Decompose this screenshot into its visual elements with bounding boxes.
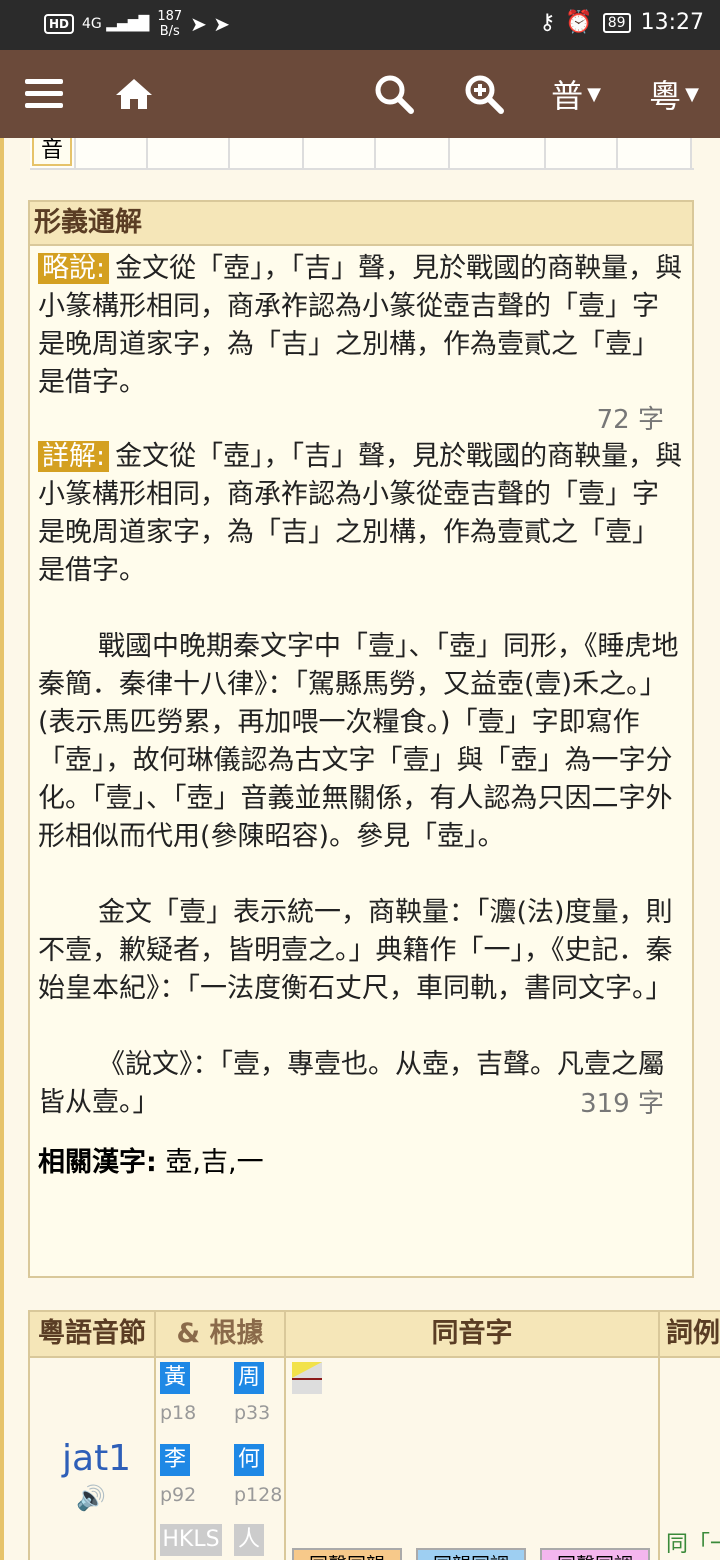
detail-tag: 詳解:: [38, 441, 110, 472]
app-toolbar: 普 ▼ 粵 ▼: [0, 50, 720, 138]
prev-char[interactable]: 音: [32, 138, 72, 166]
prev-cell: [618, 138, 692, 168]
tag-same-initial-tone[interactable]: 同聲同調: [540, 1548, 650, 1560]
related-label: 相關漢字:: [38, 1147, 157, 1178]
key-icon: ⚷: [539, 10, 556, 35]
pronunciation-table: 粵語音節 & 根據 同音字 詞例 jat1 🔊 黃 p18 周 p33 李 p9…: [28, 1310, 720, 1560]
home-icon: [116, 79, 152, 109]
col-source: & 根據: [156, 1312, 286, 1356]
col-examples: 詞例: [666, 1318, 720, 1349]
detail-paragraph-3: 金文「壹」表示統一，商鞅量：「灋(法)度量，則不壹，歉疑者，皆明壹之。」典籍作「…: [38, 897, 673, 1004]
status-right: ⚷ ⏰ 89 13:27: [539, 10, 704, 35]
brief-tag: 略說:: [38, 253, 110, 284]
menu-button[interactable]: [20, 50, 68, 138]
speed-value: 187: [157, 9, 183, 24]
detail-paragraph: 詳解: 金文從「壺」，「吉」聲，見於戰國的商鞅量，與小篆構形相同，商承祚認為小篆從…: [30, 438, 692, 590]
chevron-down-icon: ▼: [685, 83, 699, 105]
signal-icon: 4G ▂▄▆█: [82, 16, 150, 32]
search-icon: [375, 75, 414, 114]
alarm-icon: ⏰: [565, 10, 593, 35]
left-border: [0, 138, 4, 1560]
detail-paragraph-2: 戰國中晚期秦文字中「壹」、「壺」同形，《睡虎地秦簡．秦律十八律》：「駕縣馬勞，又…: [38, 631, 679, 852]
mandarin-label: 普: [551, 77, 584, 115]
source-ren[interactable]: 人: [234, 1524, 264, 1556]
battery-icon: 89: [602, 12, 631, 33]
zoom-in-icon: [465, 75, 504, 114]
brief-text: 金文從「壺」，「吉」聲，見於戰國的商鞅量，與小篆構形相同，商承祚認為小篆從壺吉聲…: [38, 253, 683, 398]
table-row: jat1 🔊 黃 p18 周 p33 李 p92 何 p128 HKLS 人 同…: [28, 1358, 720, 1560]
example-link[interactable]: 同「一: [666, 1526, 720, 1558]
prev-cell: [230, 138, 304, 168]
status-left: HD 4G ▂▄▆█ 187 B/s ➤ ➤: [44, 9, 230, 39]
examples-cell: 同「一: [660, 1358, 720, 1560]
source-he[interactable]: 何: [234, 1444, 264, 1476]
prev-cell: [450, 138, 546, 168]
source-huang[interactable]: 黃: [160, 1362, 190, 1394]
prev-cell: [76, 138, 148, 168]
source-page: p18: [160, 1402, 197, 1424]
status-bar: HD 4G ▂▄▆█ 187 B/s ➤ ➤ ⚷ ⏰ 89 13:27: [0, 0, 720, 50]
chevron-down-icon: ▼: [587, 83, 601, 105]
col-homophones: 同音字: [286, 1312, 660, 1356]
detail-text: 金文從「壺」，「吉」聲，見於戰國的商鞅量，與小篆構形相同，商承祚認為小篆從壺吉聲…: [38, 441, 683, 586]
source-page: p92: [160, 1484, 197, 1506]
flag-icon[interactable]: [292, 1362, 322, 1394]
brief-count: 72 字: [596, 405, 664, 435]
hd-icon: HD: [44, 14, 75, 34]
previous-table-row: 音: [30, 138, 694, 170]
prev-cell: [546, 138, 618, 168]
main-content: 音 形義通解 略說: 金文從「壺」，「吉」聲，見於戰國的商鞅量，與小篆構形相同，商…: [0, 138, 720, 1560]
source-li[interactable]: 李: [160, 1444, 190, 1476]
related-chars: 相關漢字: 壺,吉,一: [30, 1144, 692, 1182]
related-value[interactable]: 壺,吉,一: [165, 1147, 263, 1178]
prev-cell: 音: [30, 138, 76, 168]
jyutping-text[interactable]: jat1: [62, 1438, 131, 1479]
prev-cell: [376, 138, 450, 168]
zoom-in-button[interactable]: [460, 50, 508, 138]
prev-cell: [148, 138, 230, 168]
etymology-panel: 形義通解 略說: 金文從「壺」，「吉」聲，見於戰國的商鞅量，與小篆構形相同，商承祚…: [28, 200, 694, 1278]
telegram-icon: ➤ ➤: [190, 12, 231, 36]
mandarin-dropdown[interactable]: 普 ▼: [540, 50, 612, 138]
syllable-cell: jat1 🔊: [30, 1358, 156, 1560]
clock: 13:27: [640, 10, 704, 35]
source-hkls[interactable]: HKLS: [160, 1524, 222, 1556]
homophones-cell: 同聲同韻 同韻同調 同聲同調: [286, 1358, 660, 1560]
prev-cell: [304, 138, 376, 168]
col-syllable: 粵語音節: [30, 1312, 156, 1356]
cantonese-dropdown[interactable]: 粵 ▼: [638, 50, 710, 138]
section-title: 形義通解: [30, 202, 692, 246]
source-zhou[interactable]: 周: [234, 1362, 264, 1394]
network-speed: 187 B/s: [157, 9, 182, 39]
search-button[interactable]: [370, 50, 418, 138]
speaker-icon[interactable]: 🔊: [76, 1484, 106, 1512]
table-header: 粵語音節 & 根據 同音字 詞例: [28, 1310, 720, 1358]
menu-icon: [25, 79, 63, 108]
source-page: p128: [234, 1484, 283, 1506]
source-page: p33: [234, 1402, 271, 1424]
source-cell: 黃 p18 周 p33 李 p92 何 p128 HKLS 人: [156, 1358, 286, 1560]
tag-same-initial-final[interactable]: 同聲同韻: [292, 1548, 402, 1560]
home-button[interactable]: [110, 50, 158, 138]
speed-unit: B/s: [159, 24, 180, 39]
brief-paragraph: 略說: 金文從「壺」，「吉」聲，見於戰國的商鞅量，與小篆構形相同，商承祚認為小篆從…: [30, 250, 692, 402]
cantonese-label: 粵: [649, 77, 682, 115]
tag-same-final-tone[interactable]: 同韻同調: [416, 1548, 526, 1560]
